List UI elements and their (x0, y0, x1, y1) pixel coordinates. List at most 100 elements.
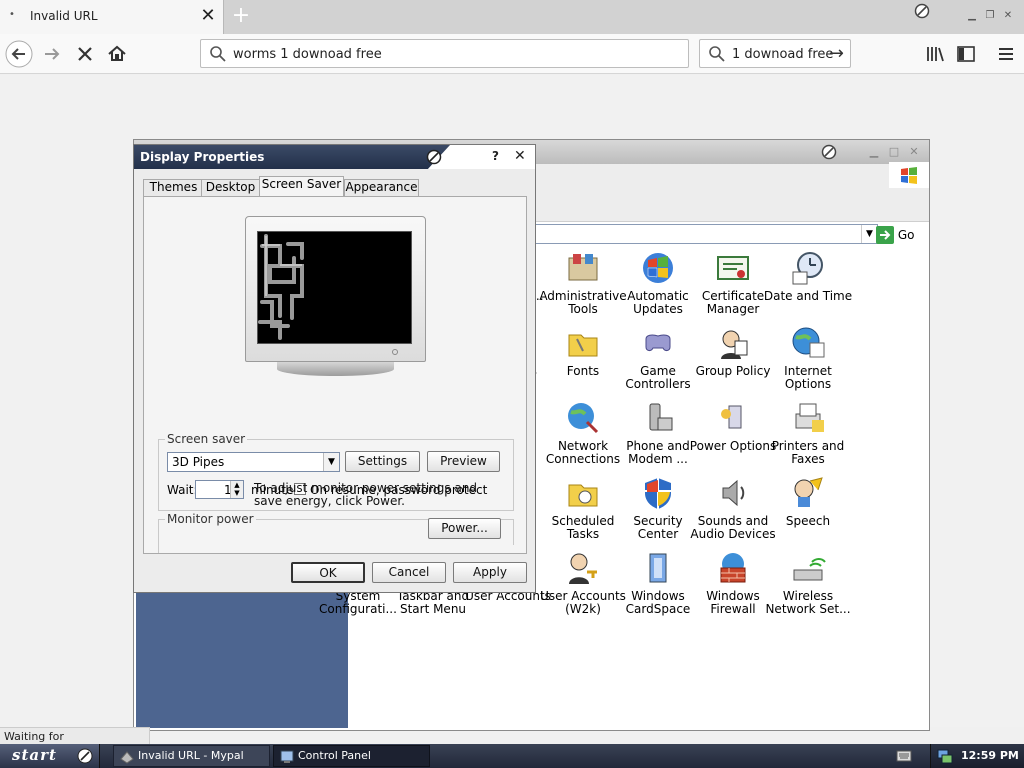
monitor-screen (257, 231, 412, 344)
menu-icon[interactable] (995, 43, 1017, 65)
control-panel-icon (280, 750, 294, 763)
window-close-icon[interactable]: ✕ (1000, 8, 1016, 24)
cp-item[interactable]: Internet Options (763, 325, 853, 395)
gamepad-icon (640, 325, 676, 361)
titlebar-extension-icon[interactable] (426, 149, 442, 165)
fonts-folder-icon (565, 325, 601, 361)
tab-close-icon[interactable]: ✕ (198, 4, 218, 28)
titlebar-extension-icon[interactable] (914, 3, 930, 19)
back-button[interactable] (5, 40, 33, 68)
firewall-icon (715, 550, 751, 586)
task-mypal-label: Invalid URL - Mypal (138, 749, 244, 762)
dialog-button-row: OK Cancel Apply (134, 555, 535, 592)
cp-go-button[interactable]: Go (876, 226, 914, 244)
cp-item[interactable]: Wireless Network Set... (763, 550, 853, 620)
windows-logo-icon (640, 250, 676, 286)
minimize-icon[interactable]: ▁ (964, 8, 980, 24)
forward-arrow-icon (45, 48, 60, 60)
keyboard-icon[interactable] (896, 749, 912, 763)
home-icon (108, 45, 126, 61)
spinner-arrows-icon[interactable]: ▲ ▼ (230, 481, 243, 498)
apply-button[interactable]: Apply (453, 562, 527, 583)
speaker-icon (715, 475, 751, 511)
wait-label: Wait: (167, 483, 198, 497)
network-icon (565, 400, 601, 436)
monitor-preview (245, 216, 426, 378)
cp-close-icon[interactable]: ✕ (907, 145, 921, 159)
dialog-help-button[interactable]: ? (492, 149, 499, 163)
printer-icon (790, 400, 826, 436)
window-controls: ▁ ❐ ✕ (946, 8, 1016, 28)
wireless-icon (790, 550, 826, 586)
network-tray-icon[interactable] (937, 748, 953, 764)
search-icon (709, 46, 725, 62)
clock-icon (790, 250, 826, 286)
windows-flag-icon (889, 162, 929, 188)
start-label: start (12, 746, 57, 764)
phone-icon (640, 400, 676, 436)
search-bar[interactable]: 1 downoad free → (699, 39, 851, 68)
dialog-titlebar: Display Properties ? ✕ (134, 145, 535, 169)
cp-address-input[interactable]: ▼ (532, 224, 878, 244)
power-button[interactable]: Power... (428, 518, 501, 539)
tab-themes[interactable]: Themes (143, 179, 204, 196)
titlebar-extension-icon[interactable] (821, 144, 837, 160)
display-properties-dialog: Display Properties ? ✕ Themes Desktop Sc… (133, 144, 536, 593)
cp-item[interactable]: Date and Time (763, 250, 853, 320)
shield-icon (640, 475, 676, 511)
monitor-power-legend: Monitor power (165, 512, 256, 526)
cp-minimize-icon[interactable]: ▁ (867, 145, 881, 159)
power-icon (715, 400, 751, 436)
dialog-close-icon[interactable]: ✕ (514, 148, 526, 164)
ok-button[interactable]: OK (291, 562, 365, 583)
search-icon (210, 46, 226, 62)
forward-button[interactable] (38, 40, 66, 68)
certificate-icon (715, 250, 751, 286)
url-bar[interactable]: worms 1 downoad free (200, 39, 689, 68)
screen-saver-select[interactable]: 3D Pipes ▼ (167, 452, 340, 472)
start-button[interactable]: start (0, 744, 100, 768)
screen-saver-legend: Screen saver (165, 432, 248, 446)
browser-tabstrip: • Invalid URL ✕ + ▁ ❐ ✕ (0, 0, 1024, 34)
restore-icon[interactable]: ❐ (982, 8, 998, 24)
browser-navbar: worms 1 downoad free 1 downoad free → (0, 34, 1024, 74)
screen-saver-panel: Screen saver 3D Pipes ▼ Settings Preview… (143, 196, 527, 554)
preview-button[interactable]: Preview (427, 451, 500, 472)
new-tab-button[interactable]: + (230, 3, 252, 29)
browser-tab[interactable]: • Invalid URL ✕ (0, 0, 224, 34)
tab-appearance[interactable]: Appearance (344, 179, 419, 196)
start-orb-icon (77, 748, 93, 764)
cp-item[interactable]: Printers and Faxes (763, 400, 853, 470)
home-button[interactable] (103, 40, 131, 68)
cp-go-label: Go (897, 228, 915, 242)
group-border (158, 519, 159, 553)
cp-item[interactable]: Speech (763, 475, 853, 545)
dropdown-arrow-icon[interactable]: ▼ (861, 225, 877, 243)
sidebar-icon[interactable] (955, 43, 977, 65)
cp-item-label: Speech (785, 514, 831, 528)
task-mypal[interactable]: Invalid URL - Mypal (113, 745, 270, 767)
cp-item-label: Wireless Network Set... (765, 589, 851, 616)
tab-desktop[interactable]: Desktop (201, 179, 260, 196)
dropdown-arrow-icon[interactable]: ▼ (323, 453, 339, 471)
back-arrow-icon (5, 40, 33, 68)
group-policy-icon (715, 325, 751, 361)
clock[interactable]: 12:59 PM (961, 749, 1019, 762)
wait-minutes-spinner[interactable]: 1 ▲ ▼ (195, 480, 244, 499)
stop-button[interactable] (71, 40, 99, 68)
system-tray: 12:59 PM (930, 744, 1024, 768)
cp-restore-icon[interactable]: □ (887, 145, 901, 159)
stop-x-icon (78, 47, 92, 61)
search-go-icon[interactable]: → (829, 43, 844, 64)
tab-screen-saver[interactable]: Screen Saver (259, 176, 344, 197)
settings-button[interactable]: Settings (345, 451, 420, 472)
library-icon[interactable] (925, 43, 947, 65)
tab-status-dot: • (9, 9, 15, 20)
tab-title: Invalid URL (30, 9, 98, 23)
task-control-panel[interactable]: Control Panel (273, 745, 430, 767)
task-control-panel-label: Control Panel (298, 749, 371, 762)
mypal-icon (120, 751, 134, 764)
cancel-button[interactable]: Cancel (372, 562, 446, 583)
monitor-power-led (392, 349, 398, 355)
browser-status-bar: Waiting for duckduckgo.com... (0, 727, 150, 756)
